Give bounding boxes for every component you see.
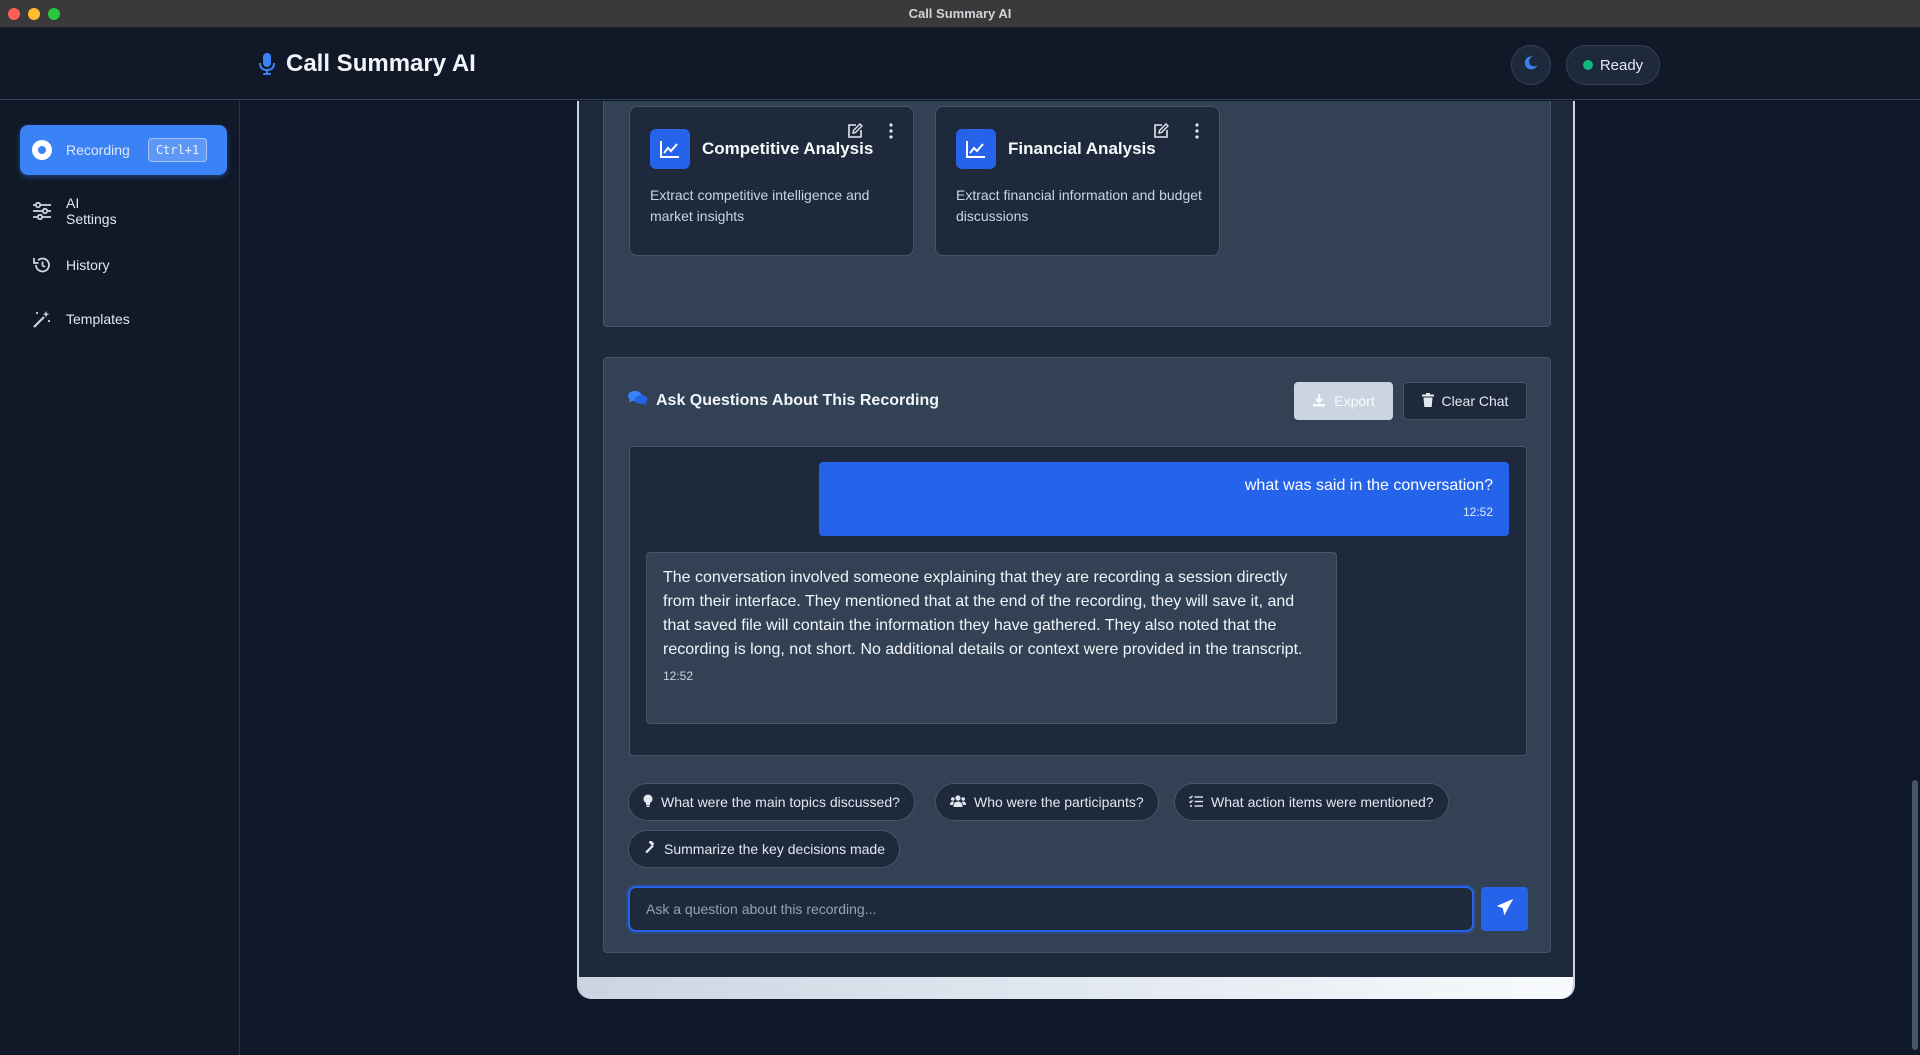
template-description: Extract financial information and budget… [956,187,1202,224]
window-controls [8,8,60,20]
question-input-wrapper [628,886,1474,932]
status-badge: Ready [1566,45,1660,85]
chart-line-icon [956,129,996,169]
paper-plane-icon [1496,898,1513,920]
assistant-message: The conversation involved someone explai… [646,552,1337,724]
record-icon [32,140,52,160]
shortcut-badge: Ctrl+1 [147,138,208,162]
message-timestamp: 12:52 [663,669,694,683]
sidebar-item-history[interactable]: History [20,253,227,277]
suggestion-action-items[interactable]: What action items were mentioned? [1174,783,1449,821]
app-header: Call Summary AI Ready [0,28,1920,100]
suggestion-label: What action items were mentioned? [1211,794,1434,810]
sidebar-item-label: AI Settings [66,195,117,227]
template-card-financial-analysis[interactable]: Financial Analysis Extract financial inf… [935,106,1220,256]
suggestion-participants[interactable]: Who were the participants? [935,783,1159,821]
lightbulb-icon [643,794,653,811]
main-panel: Competitive Analysis Extract competitive… [577,101,1575,999]
message-text: The conversation involved someone explai… [663,569,1303,658]
status-text: Ready [1599,56,1644,74]
window-title: Call Summary AI [908,6,1012,21]
edit-icon[interactable] [1153,123,1169,144]
brand: Call Summary AI [258,50,476,78]
list-check-icon [1189,794,1203,810]
chat-header: Ask Questions About This Recording [628,390,939,411]
minimize-window-button[interactable] [28,8,40,20]
chat-section: Ask Questions About This Recording Expor… [603,357,1551,953]
app-name: Call Summary AI [286,50,476,77]
clear-chat-label: Clear Chat [1441,393,1509,409]
microphone-icon [258,52,276,76]
users-icon [950,794,966,810]
sidebar-item-recording[interactable]: Recording Ctrl+1 [20,125,227,175]
magic-wand-icon [32,309,52,329]
suggestion-main-topics[interactable]: What were the main topics discussed? [628,783,915,821]
panel-bottom-edge [579,977,1573,999]
template-description: Extract competitive intelligence and mar… [650,187,870,224]
suggestion-label: Summarize the key decisions made [664,841,885,857]
trash-icon [1421,392,1434,410]
sidebar-item-label: History [66,257,110,273]
question-input[interactable] [630,888,1472,930]
history-icon [32,255,52,275]
sidebar-item-label: Templates [66,311,130,327]
chat-messages: what was said in the conversation? 12:52… [629,446,1527,756]
sidebar: Recording Ctrl+1 AI Settings History Tem… [0,101,240,1055]
templates-section: Competitive Analysis Extract competitive… [603,101,1551,327]
send-button[interactable] [1481,887,1528,931]
page-scrollbar[interactable] [1912,780,1918,1050]
more-options-icon[interactable] [889,123,893,144]
clear-chat-button[interactable]: Clear Chat [1403,382,1527,420]
message-text: what was said in the conversation? [1244,477,1493,494]
template-card-competitive-analysis[interactable]: Competitive Analysis Extract competitive… [629,106,914,256]
export-label: Export [1334,393,1375,409]
moon-icon [1523,55,1539,76]
suggestion-label: What were the main topics discussed? [661,794,900,810]
chart-line-icon [650,129,690,169]
chat-title: Ask Questions About This Recording [656,391,939,409]
suggestion-label: Who were the participants? [974,794,1144,810]
comments-icon [628,390,648,411]
theme-toggle-button[interactable] [1511,45,1551,85]
gavel-icon [643,840,656,857]
status-dot [1582,60,1593,70]
suggestion-key-decisions[interactable]: Summarize the key decisions made [628,830,900,868]
sidebar-item-label: Recording [66,142,130,158]
export-button[interactable]: Export [1294,382,1393,420]
sliders-icon [32,202,52,220]
zoom-window-button[interactable] [48,8,60,20]
download-icon [1312,393,1326,410]
template-title: Financial Analysis [1008,139,1156,158]
sidebar-item-templates[interactable]: Templates [20,307,227,331]
user-message: what was said in the conversation? 12:52 [819,462,1509,536]
edit-icon[interactable] [847,123,863,144]
message-timestamp: 12:52 [1462,505,1493,519]
close-window-button[interactable] [8,8,20,20]
window-titlebar: Call Summary AI [0,0,1920,28]
more-options-icon[interactable] [1195,123,1199,144]
sidebar-item-ai-settings[interactable]: AI Settings [20,191,227,231]
